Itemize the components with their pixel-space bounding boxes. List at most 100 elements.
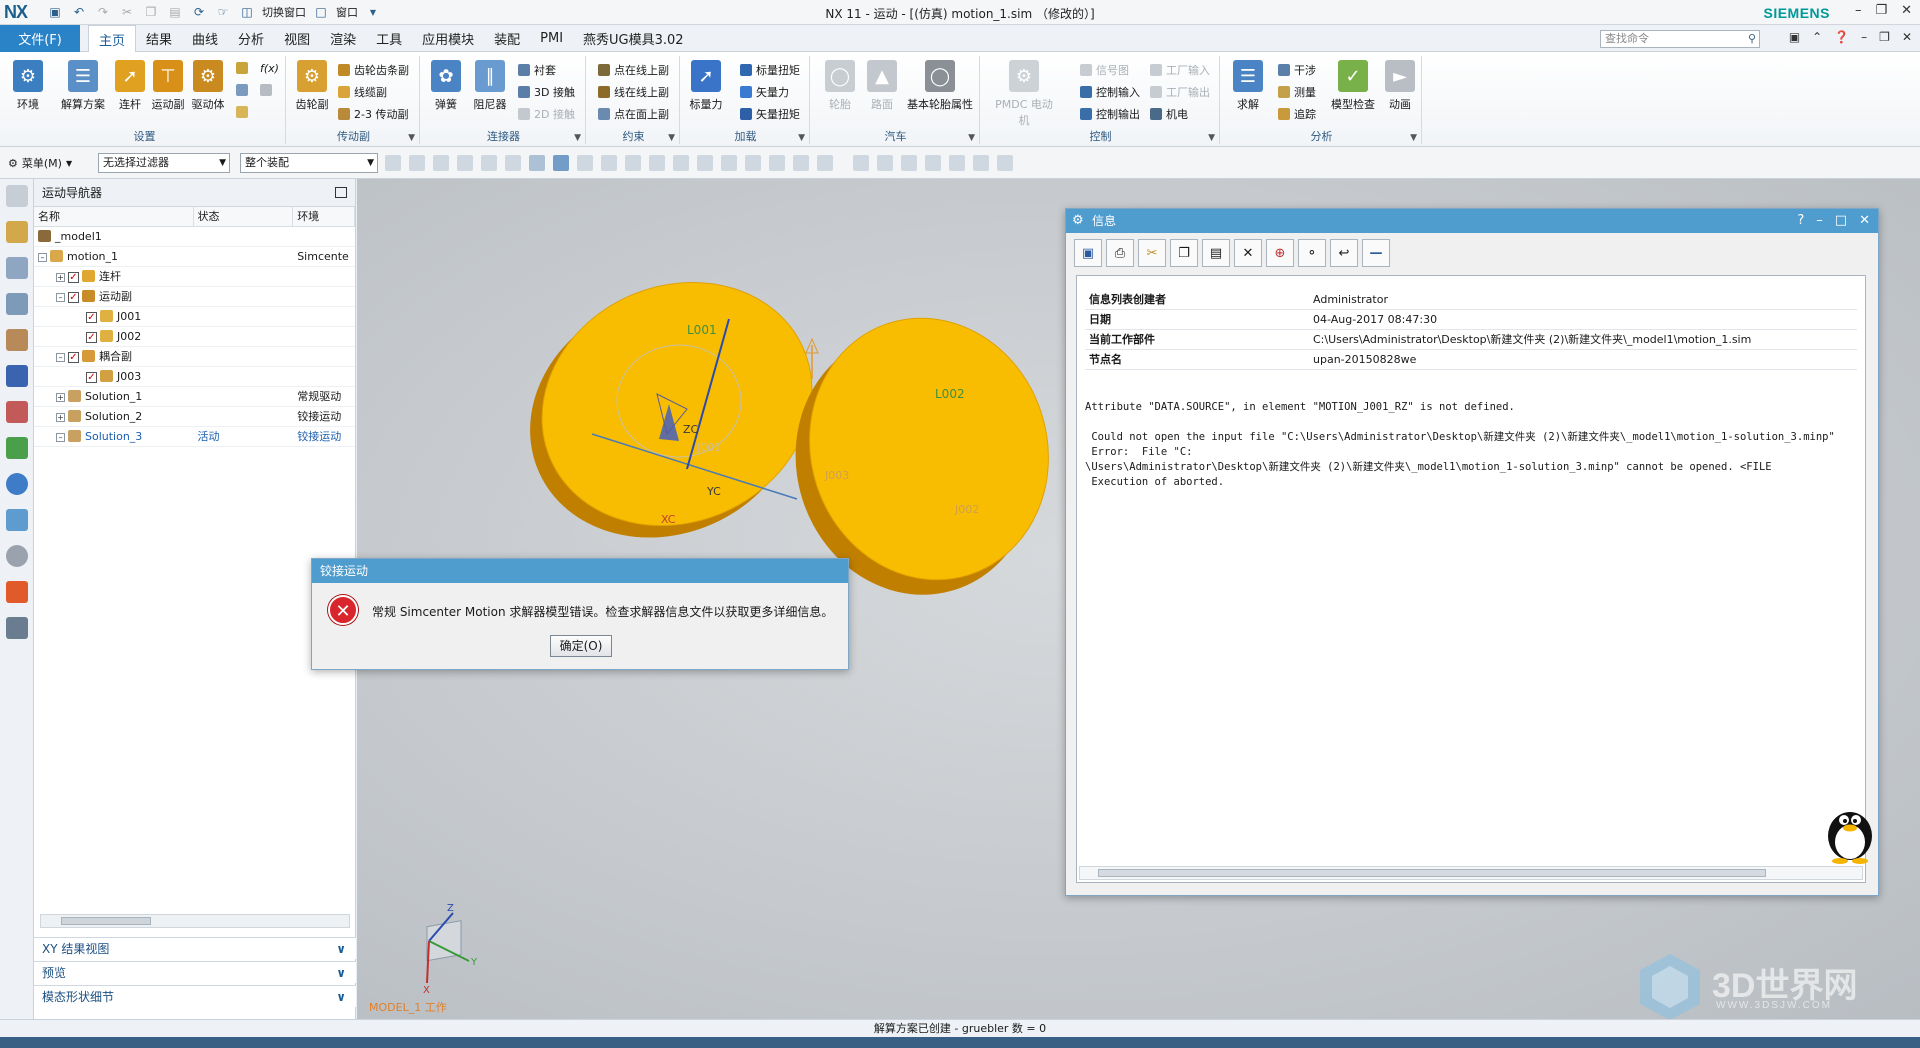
close-icon[interactable]: ✕ [1901,3,1912,18]
vector-force-button[interactable]: 矢量力 [740,84,789,100]
contact-3d-button[interactable]: 3D 接触 [518,84,575,100]
animation-button[interactable]: ► 动画 [1380,60,1420,112]
maximize-icon[interactable]: □ [1835,209,1847,233]
settings-icon[interactable] [5,185,28,207]
trace-button[interactable]: 追踪 [1278,106,1316,122]
measure-button[interactable]: 测量 [1278,84,1316,100]
tire-properties-button[interactable]: ◯ 基本轮胎属性 [904,60,976,112]
tree-row[interactable]: _model1 [34,227,355,247]
scrollbar-thumb[interactable] [1098,869,1766,877]
cut-icon[interactable]: ✂ [118,3,136,21]
switch-window-button[interactable]: 切换窗口 [262,4,306,20]
gear-l001[interactable] [491,240,851,580]
tab-render[interactable]: 渲染 [320,25,366,52]
quadrant-icon[interactable] [793,155,809,171]
web-browser-icon[interactable] [5,437,28,459]
point-button[interactable] [236,84,248,96]
tree-row[interactable]: – Solution_3 活动 铰接运动 [34,427,355,447]
control-output-button[interactable]: 控制输出 [1080,106,1140,122]
contact-2d-button[interactable]: 2D 接触 [518,106,575,122]
tree-row[interactable]: – ✓ 耦合副 [34,347,355,367]
close-icon[interactable]: ✕ [1859,209,1870,233]
switch-window-icon[interactable]: ◫ [238,3,256,21]
curve-icon[interactable] [625,155,641,171]
render-style-icon[interactable] [925,155,941,171]
column-status[interactable]: 状态 [194,207,294,226]
tree-row[interactable]: + Solution_1 常规驱动 [34,387,355,407]
command-search-input[interactable]: 查找命令 ⚲ [1600,30,1760,48]
model-check-button[interactable]: ✓ 模型检查 [1326,60,1380,112]
motion-joint-button[interactable]: ⊤ 运动副 [148,60,188,112]
gear-pair-button[interactable]: ⚙ 齿轮副 [292,60,332,112]
checkbox-icon[interactable]: ✓ [86,312,97,323]
repeat-command-icon[interactable]: ⟳ [190,3,208,21]
layer-icon[interactable] [973,155,989,171]
circle-icon[interactable] [673,155,689,171]
box-select-icon[interactable] [505,155,521,171]
tree-row[interactable]: ✓ J002 [34,327,355,347]
window-menu-button[interactable]: 窗口 [336,4,358,20]
intersection-icon[interactable] [721,155,737,171]
fit-view-icon[interactable] [853,155,869,171]
mechatronic-button[interactable]: 机电 [1150,106,1188,122]
type-filter-select[interactable]: 无选择过滤器 ▼ [98,153,230,173]
expand-icon[interactable]: + [56,393,65,402]
function-button[interactable]: f(x) [260,62,279,75]
bushing-button[interactable]: 衬套 [518,62,556,78]
rack-pinion-button[interactable]: 齿轮齿条副 [338,62,409,78]
pmdc-motor-button[interactable]: ⚙ PMDC 电动机 [990,60,1058,128]
signal-chart-button[interactable]: 信号图 [1080,62,1129,78]
tab-home[interactable]: 主页 [88,25,137,52]
environment-button[interactable]: ⚙ 环境 [8,60,48,112]
information-content[interactable]: 信息列表创建者 Administrator 日期 04-Aug-2017 08:47… [1076,275,1866,883]
snap-end-icon[interactable] [481,155,497,171]
expand-icon[interactable]: + [56,273,65,282]
link-button[interactable]: ➚ 连杆 [110,60,150,112]
select-all-icon[interactable] [385,155,401,171]
tab-results[interactable]: 结果 [136,25,182,52]
snap-point-icon[interactable] [457,155,473,171]
chevron-down-icon[interactable]: ▼ [1208,133,1215,143]
rotate-icon[interactable] [901,155,917,171]
solution-button[interactable]: ☰ 解算方案 [56,60,110,112]
tab-tools[interactable]: 工具 [366,25,412,52]
collapse-icon[interactable]: — [1362,239,1390,267]
section-mode-shape[interactable]: 模态形状细节 ∨ [34,985,356,1007]
redo-icon[interactable]: ↷ [94,3,112,21]
road-button[interactable]: ▲ 路面 [862,60,902,112]
spring-button[interactable]: ✿ 弹簧 [426,60,466,112]
plant-input-button[interactable]: 工厂输入 [1150,62,1210,78]
doc-restore-icon[interactable]: ❐ [1879,30,1890,44]
help-icon[interactable]: ❓ [1834,30,1849,44]
tree-row[interactable]: + ✓ 连杆 [34,267,355,287]
doc-minimize-icon[interactable]: – [1861,30,1867,44]
tree-row[interactable]: – motion_1 Simcente [34,247,355,267]
midpoint-icon[interactable] [769,155,785,171]
deselect-icon[interactable] [409,155,425,171]
copy-icon[interactable]: ❐ [1170,239,1198,267]
control-input-button[interactable]: 控制输入 [1080,84,1140,100]
existing-point-icon[interactable] [817,155,833,171]
copy-icon[interactable]: ❐ [142,3,160,21]
scope-select[interactable]: 整个装配 ▼ [240,153,378,173]
line-icon[interactable] [601,155,617,171]
checkbox-icon[interactable]: ✓ [68,272,79,283]
collapse-icon[interactable]: – [56,353,65,362]
checkbox-icon[interactable]: ✓ [86,372,97,383]
tree-row[interactable]: + Solution_2 铰接运动 [34,407,355,427]
checkbox-icon[interactable]: ✓ [86,332,97,343]
binoculars-icon[interactable]: ⚬ [1298,239,1326,267]
tangent-icon[interactable] [745,155,761,171]
delete-icon[interactable]: ✕ [1234,239,1262,267]
zoom-icon[interactable] [877,155,893,171]
window-icon[interactable]: □ [312,3,330,21]
section-xy-results[interactable]: XY 结果视图 ∨ [34,937,356,959]
cut-icon[interactable]: ✂ [1138,239,1166,267]
two-three-joint-button[interactable]: 2-3 传动副 [338,106,408,122]
damper-button[interactable]: ∥ 阻尼器 [470,60,510,112]
tree-row[interactable]: ✓ J001 [34,307,355,327]
tab-pmi[interactable]: PMI [530,25,573,52]
help-icon[interactable]: ? [1797,209,1804,233]
info-scrollbar[interactable] [1079,866,1863,880]
interference-button[interactable]: 干涉 [1278,62,1316,78]
